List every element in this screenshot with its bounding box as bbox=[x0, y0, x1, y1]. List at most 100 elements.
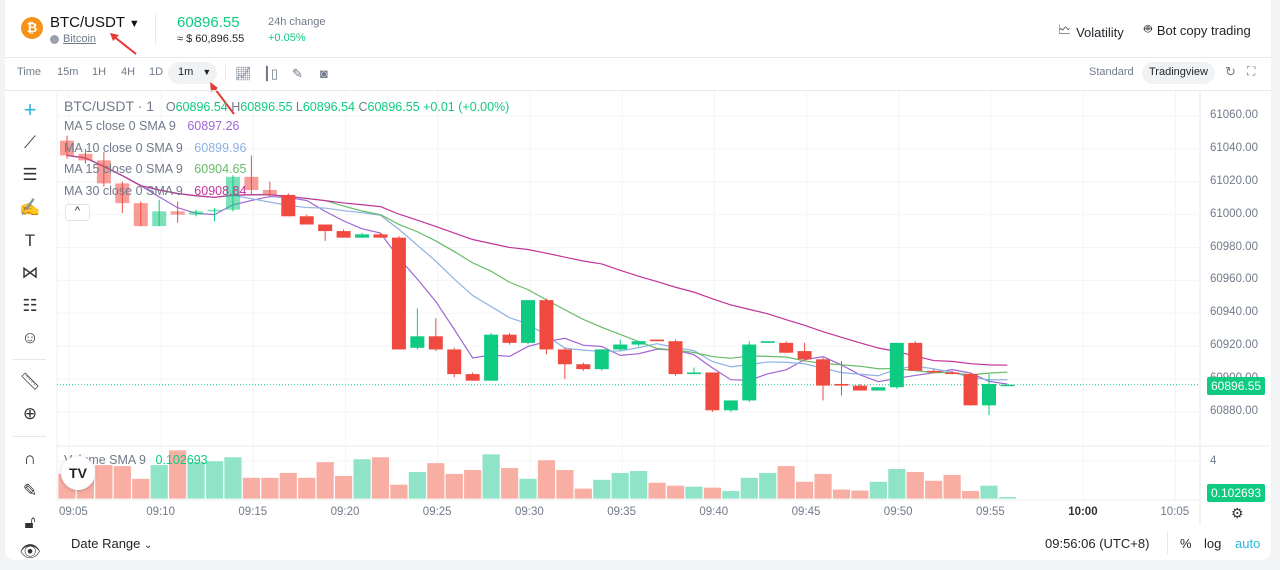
candle-body bbox=[336, 231, 351, 238]
candle-body bbox=[133, 203, 148, 227]
candle-body bbox=[963, 374, 978, 406]
change-value: +0.01 (+0.00%) bbox=[423, 100, 510, 114]
ma-value: 60908.84 bbox=[194, 183, 247, 198]
c-label: C bbox=[358, 100, 368, 114]
current-price-tag: 60896.55 bbox=[1207, 377, 1266, 395]
volume-bar bbox=[592, 478, 612, 500]
volume-bar bbox=[407, 471, 427, 500]
volume-bar bbox=[573, 487, 593, 500]
collapse-legend-button[interactable]: ^ bbox=[65, 204, 90, 221]
price-chart[interactable] bbox=[0, 0, 1280, 570]
ma-legend-item: MA 5 close 0 SMA 9 60897.26 bbox=[64, 119, 239, 133]
volume-bar bbox=[389, 483, 409, 500]
volume-bar bbox=[850, 489, 870, 500]
volume-bar bbox=[463, 469, 483, 500]
candle-body bbox=[816, 359, 831, 386]
candle-body bbox=[521, 300, 535, 343]
candle-body bbox=[281, 194, 296, 217]
volume-bar bbox=[537, 459, 556, 500]
candle-body bbox=[557, 349, 572, 365]
volume-bar bbox=[813, 473, 833, 500]
volume-bar bbox=[518, 478, 538, 500]
candle-body bbox=[723, 400, 738, 411]
candle-body bbox=[78, 153, 93, 161]
volume-bar bbox=[629, 470, 649, 500]
volume-bar bbox=[647, 481, 667, 500]
volume-value: 0.102693 bbox=[155, 453, 208, 467]
candle-body bbox=[502, 334, 517, 343]
volume-bar bbox=[371, 456, 390, 500]
candle-body bbox=[373, 234, 388, 238]
volume-bar bbox=[942, 474, 962, 500]
candle-body bbox=[152, 211, 167, 227]
candle-body bbox=[539, 300, 554, 350]
candle-body bbox=[594, 349, 609, 370]
volume-bar bbox=[315, 461, 335, 500]
open-value: 60896.54 bbox=[175, 100, 228, 114]
volume-bar bbox=[500, 467, 519, 500]
h-label: H bbox=[231, 100, 241, 114]
candle-body bbox=[613, 344, 628, 350]
candle-body bbox=[262, 189, 277, 195]
candle-body bbox=[668, 341, 683, 375]
volume-bar bbox=[444, 473, 464, 500]
candle-body bbox=[207, 209, 222, 212]
ma-value: 60904.65 bbox=[194, 162, 247, 176]
candle-body bbox=[465, 374, 480, 381]
candle-body bbox=[760, 341, 775, 343]
o-label: O bbox=[165, 100, 176, 114]
volume-bar bbox=[278, 472, 298, 500]
candle-body bbox=[650, 339, 665, 342]
candle-body bbox=[945, 372, 960, 375]
volume-bar bbox=[149, 464, 169, 500]
volume-bar bbox=[666, 484, 685, 500]
ma-legend-item: MA 10 close 0 SMA 9 60899.96 bbox=[64, 141, 246, 155]
volume-bar bbox=[721, 490, 741, 500]
l-label: L bbox=[295, 100, 303, 114]
volume-bar bbox=[739, 477, 759, 500]
volume-bar bbox=[610, 472, 630, 500]
low-value: 60896.54 bbox=[302, 100, 355, 114]
volume-current-tag: 0.102693 bbox=[1207, 484, 1266, 502]
volume-bar bbox=[334, 475, 354, 500]
candle-body bbox=[428, 336, 443, 350]
volume-bar bbox=[776, 465, 796, 500]
volume-bar bbox=[131, 478, 151, 500]
volume-bar bbox=[112, 465, 132, 500]
volume-bar bbox=[924, 479, 944, 500]
ma-value: 60899.96 bbox=[194, 140, 247, 155]
candle-body bbox=[318, 224, 333, 232]
volume-bar bbox=[998, 496, 1017, 500]
ma-legend-item: MA 30 close 0 SMA 9 60908.84 bbox=[64, 184, 246, 198]
high-value: 60896.55 bbox=[240, 100, 293, 114]
volume-bar bbox=[703, 486, 722, 500]
candle-body bbox=[391, 237, 406, 350]
ma-label: MA 5 close 0 SMA 9 bbox=[64, 119, 176, 133]
candle-body bbox=[852, 385, 867, 391]
candle-body bbox=[705, 372, 720, 411]
volume-bar bbox=[979, 484, 999, 500]
ma-legend-item: MA 15 close 0 SMA 9 60904.65 bbox=[64, 162, 246, 176]
volume-bar bbox=[758, 472, 778, 500]
candle-body bbox=[447, 349, 462, 375]
candle-body bbox=[742, 344, 757, 401]
candle-body bbox=[982, 383, 996, 406]
volume-bar bbox=[186, 461, 206, 500]
volume-bar bbox=[260, 477, 280, 500]
ma-label: MA 15 close 0 SMA 9 bbox=[64, 162, 183, 176]
candle-body bbox=[631, 341, 646, 345]
candle-body bbox=[244, 176, 259, 190]
volume-bar bbox=[426, 462, 446, 500]
tradingview-logo[interactable]: TV bbox=[61, 456, 95, 490]
candle-body bbox=[889, 342, 904, 388]
candle-body bbox=[299, 216, 314, 225]
volume-bar bbox=[352, 458, 372, 500]
volume-bar bbox=[684, 485, 704, 500]
volume-bar bbox=[223, 456, 243, 500]
candle-body bbox=[576, 364, 591, 370]
volume-bar bbox=[887, 468, 907, 500]
candle-body bbox=[484, 334, 499, 381]
legend-title: BTC/USDT · 1 bbox=[64, 98, 154, 114]
volume-bar bbox=[94, 464, 114, 500]
ma-label: MA 30 close 0 SMA 9 bbox=[64, 183, 183, 198]
